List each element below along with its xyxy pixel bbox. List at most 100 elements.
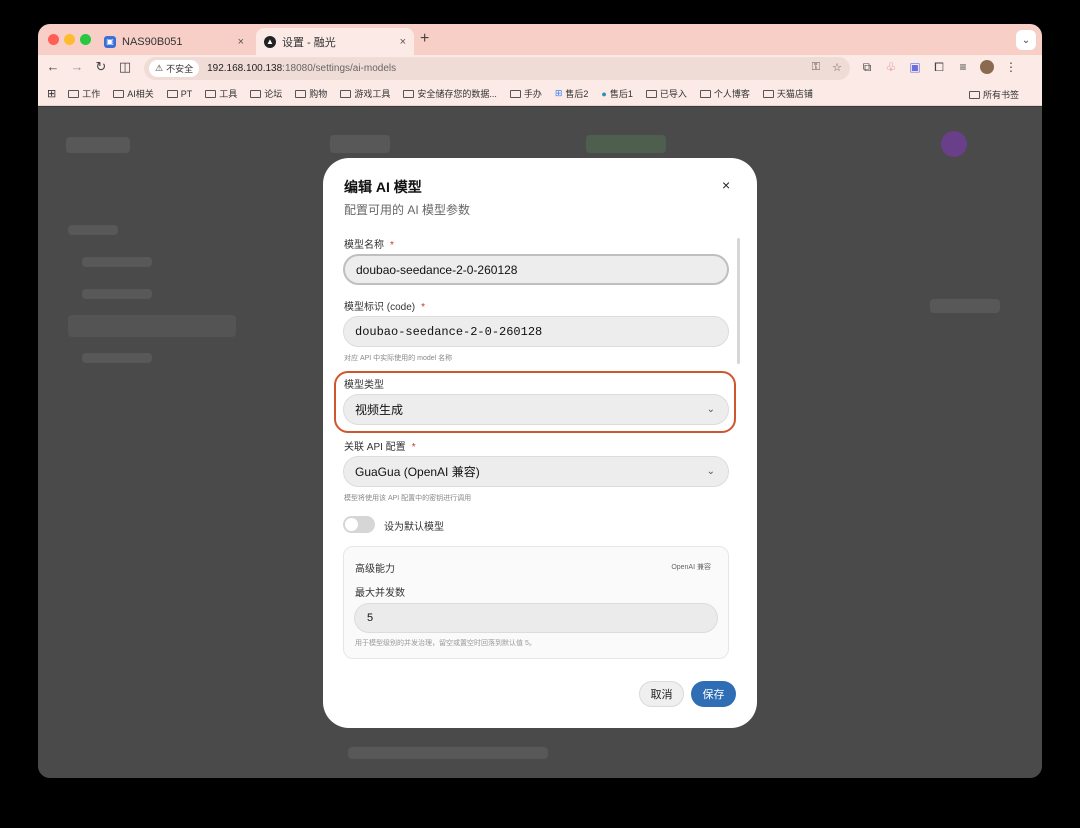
default-model-toggle[interactable] bbox=[343, 516, 375, 533]
dialog-scrollbar[interactable] bbox=[737, 238, 740, 364]
url-host: 192.168.100.138 bbox=[207, 63, 283, 74]
bookmark-item[interactable]: 购物 bbox=[295, 87, 327, 100]
model-name-input[interactable]: doubao-seedance-2-0-260128 bbox=[343, 254, 729, 285]
concurrency-hint: 用于模型级别的并发治理，留空或置空时回落到默认值 5。 bbox=[355, 640, 536, 647]
extension-3-icon[interactable]: ▣ bbox=[908, 60, 922, 74]
nas-favicon-icon: ▣ bbox=[104, 35, 116, 48]
globe-icon: ● bbox=[601, 88, 607, 99]
select-value: GuaGua (OpenAI 兼容) bbox=[355, 465, 480, 479]
blurred-button bbox=[930, 299, 1000, 313]
bookmark-label: AI相关 bbox=[127, 89, 154, 99]
bookmark-label: 售后2 bbox=[565, 89, 589, 99]
extension-1-icon[interactable]: ⧉ bbox=[860, 60, 874, 74]
extensions-puzzle-icon[interactable]: ⧠ bbox=[932, 60, 946, 74]
label-text: 模型标识 (code) bbox=[344, 302, 416, 313]
model-code-hint: 对应 API 中实际使用的 model 名称 bbox=[344, 355, 453, 362]
required-mark: * bbox=[390, 240, 394, 251]
tab-search-button[interactable]: ⌄ bbox=[1016, 30, 1036, 50]
bookmark-star-icon[interactable]: ☆ bbox=[832, 61, 842, 74]
folder-icon bbox=[166, 89, 178, 98]
extension-2-icon[interactable]: ♧ bbox=[884, 60, 898, 74]
model-type-label: 模型类型 bbox=[344, 380, 384, 391]
reading-list-icon[interactable]: ≡ bbox=[956, 60, 970, 74]
profile-avatar[interactable] bbox=[980, 60, 994, 74]
url-path: :18080/settings/ai-models bbox=[282, 63, 397, 74]
bookmark-item[interactable]: ⊞ 售后2 bbox=[555, 87, 589, 100]
browser-menu-icon[interactable]: ⋮ bbox=[1004, 60, 1018, 74]
bookmark-item[interactable]: 手办 bbox=[509, 87, 542, 100]
tab-close-icon[interactable]: × bbox=[238, 36, 244, 48]
api-config-select[interactable]: GuaGua (OpenAI 兼容) ⌄ bbox=[343, 456, 729, 487]
bookmark-item[interactable]: ● 售后1 bbox=[601, 87, 632, 100]
blurred-sidebar bbox=[82, 353, 152, 363]
bookmark-label: 工作 bbox=[82, 89, 101, 99]
bookmark-label: 工具 bbox=[219, 89, 238, 99]
cancel-button[interactable]: 取消 bbox=[639, 681, 684, 707]
save-button[interactable]: 保存 bbox=[691, 681, 736, 707]
zoom-window-button[interactable] bbox=[80, 34, 91, 45]
close-icon[interactable]: × bbox=[722, 177, 730, 193]
bookmark-item[interactable]: 论坛 bbox=[250, 87, 282, 100]
app-favicon-icon: ▲ bbox=[264, 35, 276, 48]
bookmark-label: 个人博客 bbox=[713, 89, 750, 99]
windows-logo-icon: ⊞ bbox=[554, 88, 563, 98]
folder-icon bbox=[699, 89, 711, 98]
folder-icon bbox=[645, 89, 657, 98]
concurrency-input[interactable]: 5 bbox=[354, 603, 718, 633]
bookmark-label: 所有书签 bbox=[982, 90, 1019, 100]
dialog-subtitle: 配置可用的 AI 模型参数 bbox=[344, 203, 471, 217]
blurred-nav bbox=[586, 135, 666, 153]
all-bookmarks[interactable]: 所有书签 bbox=[968, 88, 1019, 101]
blurred-sidebar bbox=[82, 289, 152, 299]
bookmark-item[interactable]: 工作 bbox=[68, 87, 100, 100]
warning-icon: ⚠ bbox=[155, 63, 164, 73]
bookmark-item[interactable]: 工具 bbox=[205, 87, 237, 100]
compat-badge: OpenAI 兼容 bbox=[671, 564, 711, 571]
security-chip[interactable]: ⚠ 不安全 bbox=[149, 60, 200, 77]
tab-settings[interactable]: ▲ 设置 - 融光 × bbox=[256, 28, 414, 55]
tab-close-icon[interactable]: × bbox=[400, 36, 406, 48]
folder-icon bbox=[762, 89, 774, 98]
address-toolbar: ← → ↻ ◫ ⚠ 不安全 192.168.100.138:18080/sett… bbox=[38, 55, 1042, 82]
model-type-select[interactable]: 视频生成 ⌄ bbox=[343, 394, 729, 425]
close-window-button[interactable] bbox=[48, 34, 59, 45]
folder-icon bbox=[403, 89, 415, 98]
password-key-icon[interactable]: ⚿ bbox=[812, 61, 820, 74]
api-config-label: 关联 API 配置 * bbox=[344, 438, 416, 453]
advanced-title: 高级能力 bbox=[355, 564, 395, 575]
default-model-label: 设为默认模型 bbox=[384, 522, 444, 533]
side-panel-icon[interactable]: ◫ bbox=[116, 59, 134, 75]
folder-icon bbox=[968, 90, 980, 99]
tab-bar: ▣ NAS90B051 × ▲ 设置 - 融光 × + ⌄ bbox=[38, 24, 1042, 55]
bookmark-label: 安全储存您的数据... bbox=[417, 89, 497, 99]
bookmark-label: 购物 bbox=[309, 89, 328, 99]
reload-icon[interactable]: ↻ bbox=[92, 59, 110, 75]
bookmark-item[interactable]: 已导入 bbox=[645, 87, 687, 100]
address-bar[interactable]: ⚠ 不安全 192.168.100.138:18080/settings/ai-… bbox=[144, 57, 850, 80]
blurred-row bbox=[348, 747, 548, 759]
bookmark-item[interactable]: AI相关 bbox=[113, 87, 154, 100]
bookmark-label: 游戏工具 bbox=[354, 89, 391, 99]
new-tab-button[interactable]: + bbox=[420, 30, 429, 48]
minimize-window-button[interactable] bbox=[64, 34, 75, 45]
back-icon[interactable]: ← bbox=[44, 59, 62, 74]
required-mark: * bbox=[411, 442, 416, 453]
bookmark-item[interactable]: 安全储存您的数据... bbox=[403, 87, 497, 100]
chevron-down-icon: ⌄ bbox=[706, 404, 715, 415]
forward-icon[interactable]: → bbox=[68, 59, 86, 74]
model-code-input[interactable]: doubao-seedance-2-0-260128 bbox=[343, 316, 729, 347]
bookmark-item[interactable]: PT bbox=[166, 89, 192, 99]
blurred-sidebar bbox=[68, 225, 118, 235]
concurrency-label: 最大并发数 bbox=[355, 588, 405, 599]
folder-icon bbox=[68, 89, 80, 98]
apps-grid-icon[interactable]: ⊞ bbox=[47, 87, 56, 100]
bookmark-label: 手办 bbox=[523, 89, 542, 99]
tab-label: NAS90B051 bbox=[122, 35, 183, 48]
api-config-hint: 模型将使用该 API 配置中的密钥进行调用 bbox=[344, 495, 472, 502]
bookmark-item[interactable]: 天猫店铺 bbox=[762, 87, 813, 100]
model-code-label: 模型标识 (code) * bbox=[344, 298, 425, 313]
tab-nas[interactable]: ▣ NAS90B051 × bbox=[96, 28, 252, 55]
folder-icon bbox=[509, 89, 521, 98]
bookmark-item[interactable]: 游戏工具 bbox=[340, 87, 390, 100]
bookmark-item[interactable]: 个人博客 bbox=[699, 87, 750, 100]
